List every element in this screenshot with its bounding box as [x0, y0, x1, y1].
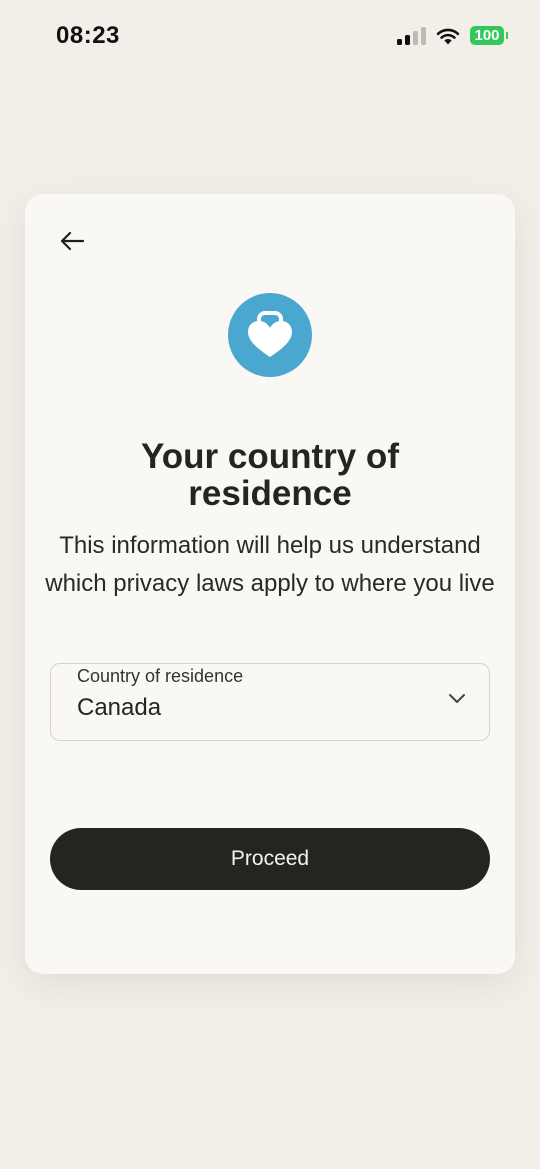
heart-lock-icon — [248, 311, 292, 357]
chevron-down-icon — [447, 691, 467, 705]
status-bar: 08:23 100 — [0, 0, 540, 72]
cellular-signal-icon — [397, 26, 426, 45]
status-time: 08:23 — [56, 22, 120, 49]
country-field-value: Canada — [77, 694, 162, 721]
wifi-icon — [436, 28, 460, 44]
arrow-left-icon — [60, 231, 85, 251]
page-subtitle: This information will help us understand… — [45, 532, 495, 597]
country-field-label: Country of residence — [77, 666, 244, 686]
battery-indicator: 100 — [470, 26, 508, 45]
country-card: Your country of residence This informati… — [25, 194, 515, 974]
status-icons: 100 — [397, 26, 508, 45]
proceed-button[interactable]: Proceed — [50, 828, 490, 890]
page-title: Your country of residence — [141, 437, 399, 513]
country-select[interactable]: Country of residence Canada — [50, 663, 490, 741]
privacy-badge — [228, 293, 312, 377]
back-button[interactable] — [57, 228, 87, 254]
